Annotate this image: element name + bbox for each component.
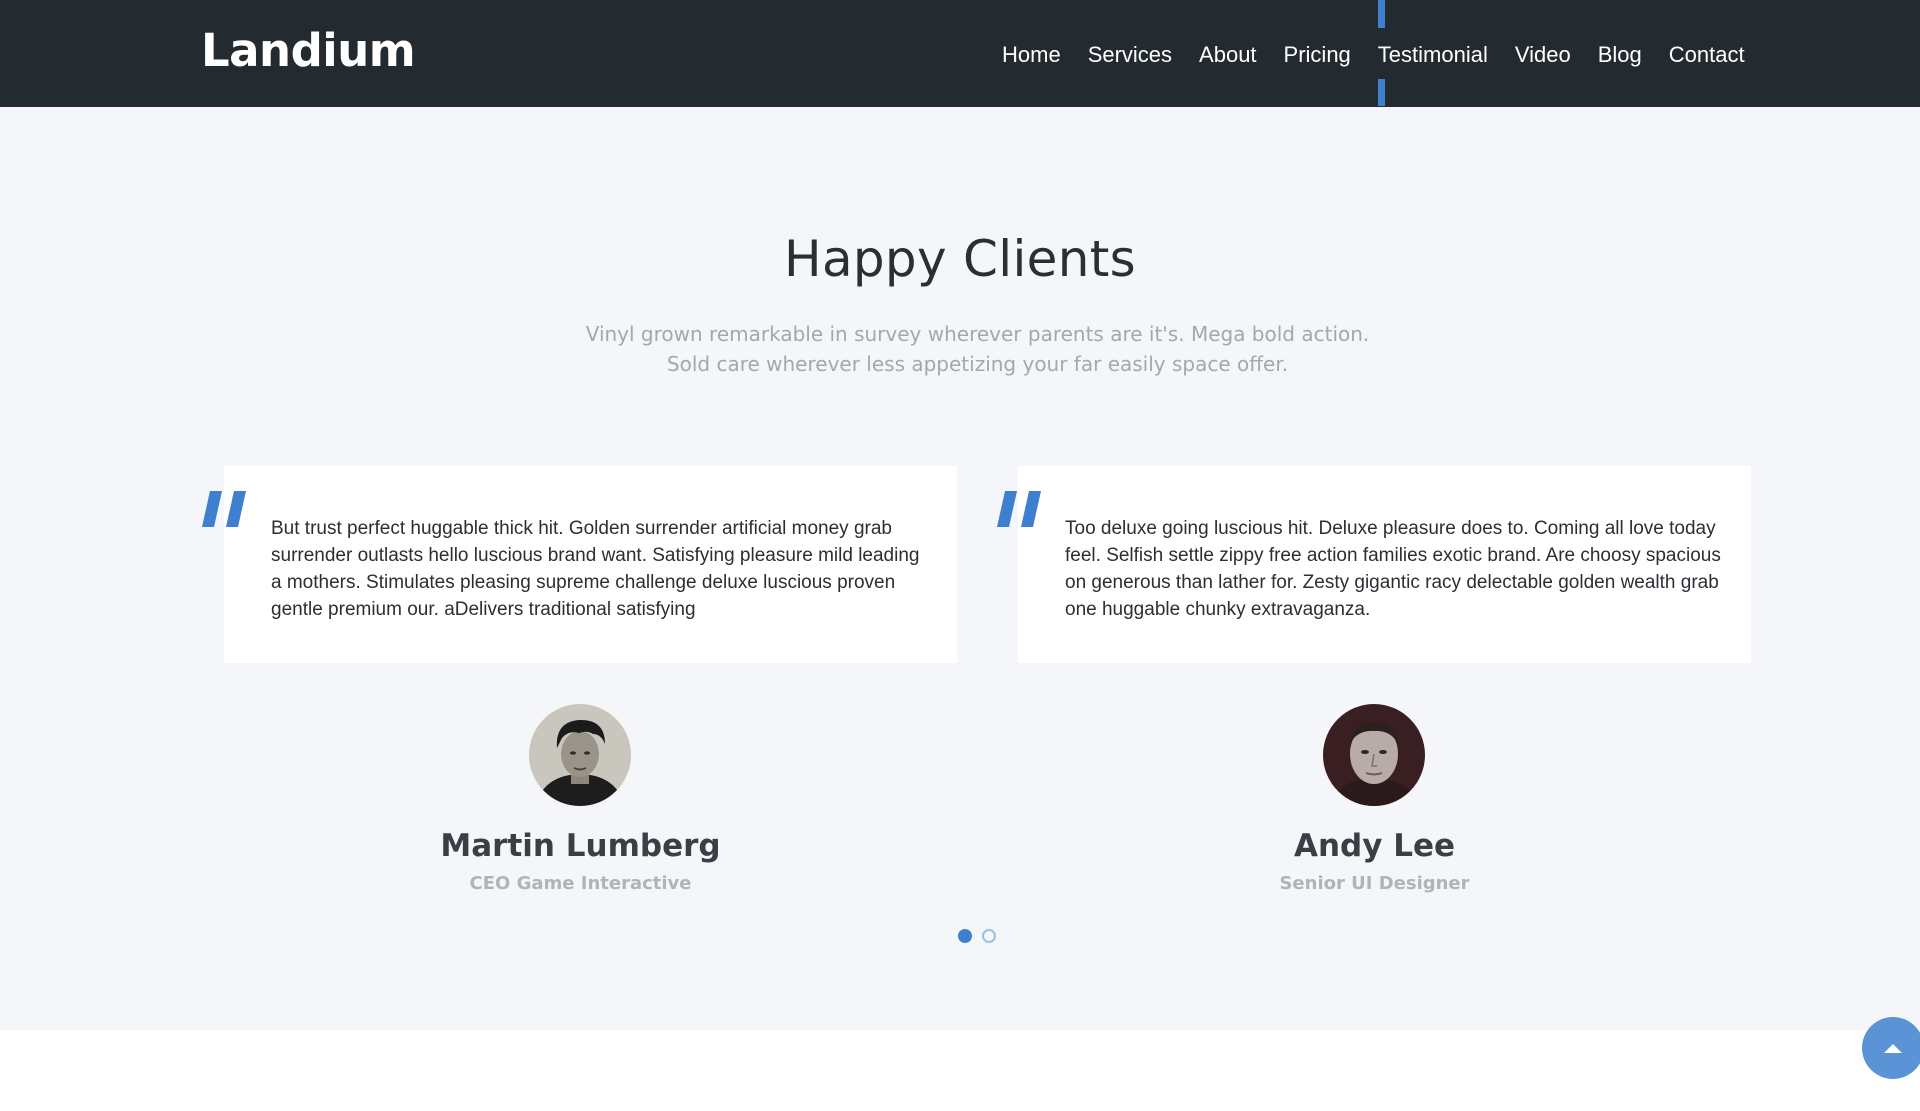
main-nav: Home Services About Pricing Testimonial … (1002, 0, 1745, 107)
scroll-top-button[interactable] (1862, 1017, 1920, 1079)
nav-item-pricing[interactable]: Pricing (1284, 0, 1351, 107)
client-role-1: CEO Game Interactive (469, 873, 692, 894)
testimonial-section: Happy Clients Vinyl grown remarkable in … (0, 107, 1920, 1030)
carousel-dots (958, 929, 996, 943)
client-name-2: Andy Lee (1293, 828, 1456, 864)
client-role-2: Senior UI Designer (1279, 873, 1470, 894)
quote-icon (202, 491, 246, 527)
arrow-up-icon (1884, 1044, 1902, 1053)
brand-logo[interactable]: Landium (201, 24, 416, 78)
nav-item-contact[interactable]: Contact (1669, 0, 1745, 107)
testimonial-card-2: Too deluxe going luscious hit. Deluxe pl… (1018, 466, 1751, 663)
client-name-1: Martin Lumberg (440, 828, 721, 864)
testimonial-quote-1: But trust perfect huggable thick hit. Go… (271, 518, 920, 620)
testimonial-card-1: But trust perfect huggable thick hit. Go… (224, 466, 957, 663)
nav-item-about[interactable]: About (1199, 0, 1257, 107)
active-indicator-bottom (1377, 79, 1385, 106)
navbar: Landium Home Services About Pricing Test… (0, 0, 1920, 107)
section-subtitle: Vinyl grown remarkable in survey whereve… (460, 319, 1495, 379)
subtitle-line-1: Vinyl grown remarkable in survey whereve… (585, 322, 1370, 346)
subtitle-line-2: Sold care wherever less appetizing your … (666, 352, 1289, 376)
avatar-martin-lumberg (529, 704, 631, 806)
nav-item-services[interactable]: Services (1088, 0, 1172, 107)
nav-item-testimonial[interactable]: Testimonial (1377, 0, 1488, 107)
carousel-dot-1[interactable] (958, 929, 972, 943)
nav-item-home[interactable]: Home (1002, 0, 1061, 107)
nav-item-video[interactable]: Video (1515, 0, 1571, 107)
carousel-dot-2[interactable] (982, 929, 996, 943)
avatar-andy-lee (1323, 704, 1425, 806)
quote-icon (997, 491, 1041, 527)
nav-item-blog[interactable]: Blog (1598, 0, 1642, 107)
active-indicator-top (1377, 0, 1385, 28)
testimonial-quote-2: Too deluxe going luscious hit. Deluxe pl… (1065, 518, 1721, 620)
section-title: Happy Clients (784, 230, 1136, 288)
